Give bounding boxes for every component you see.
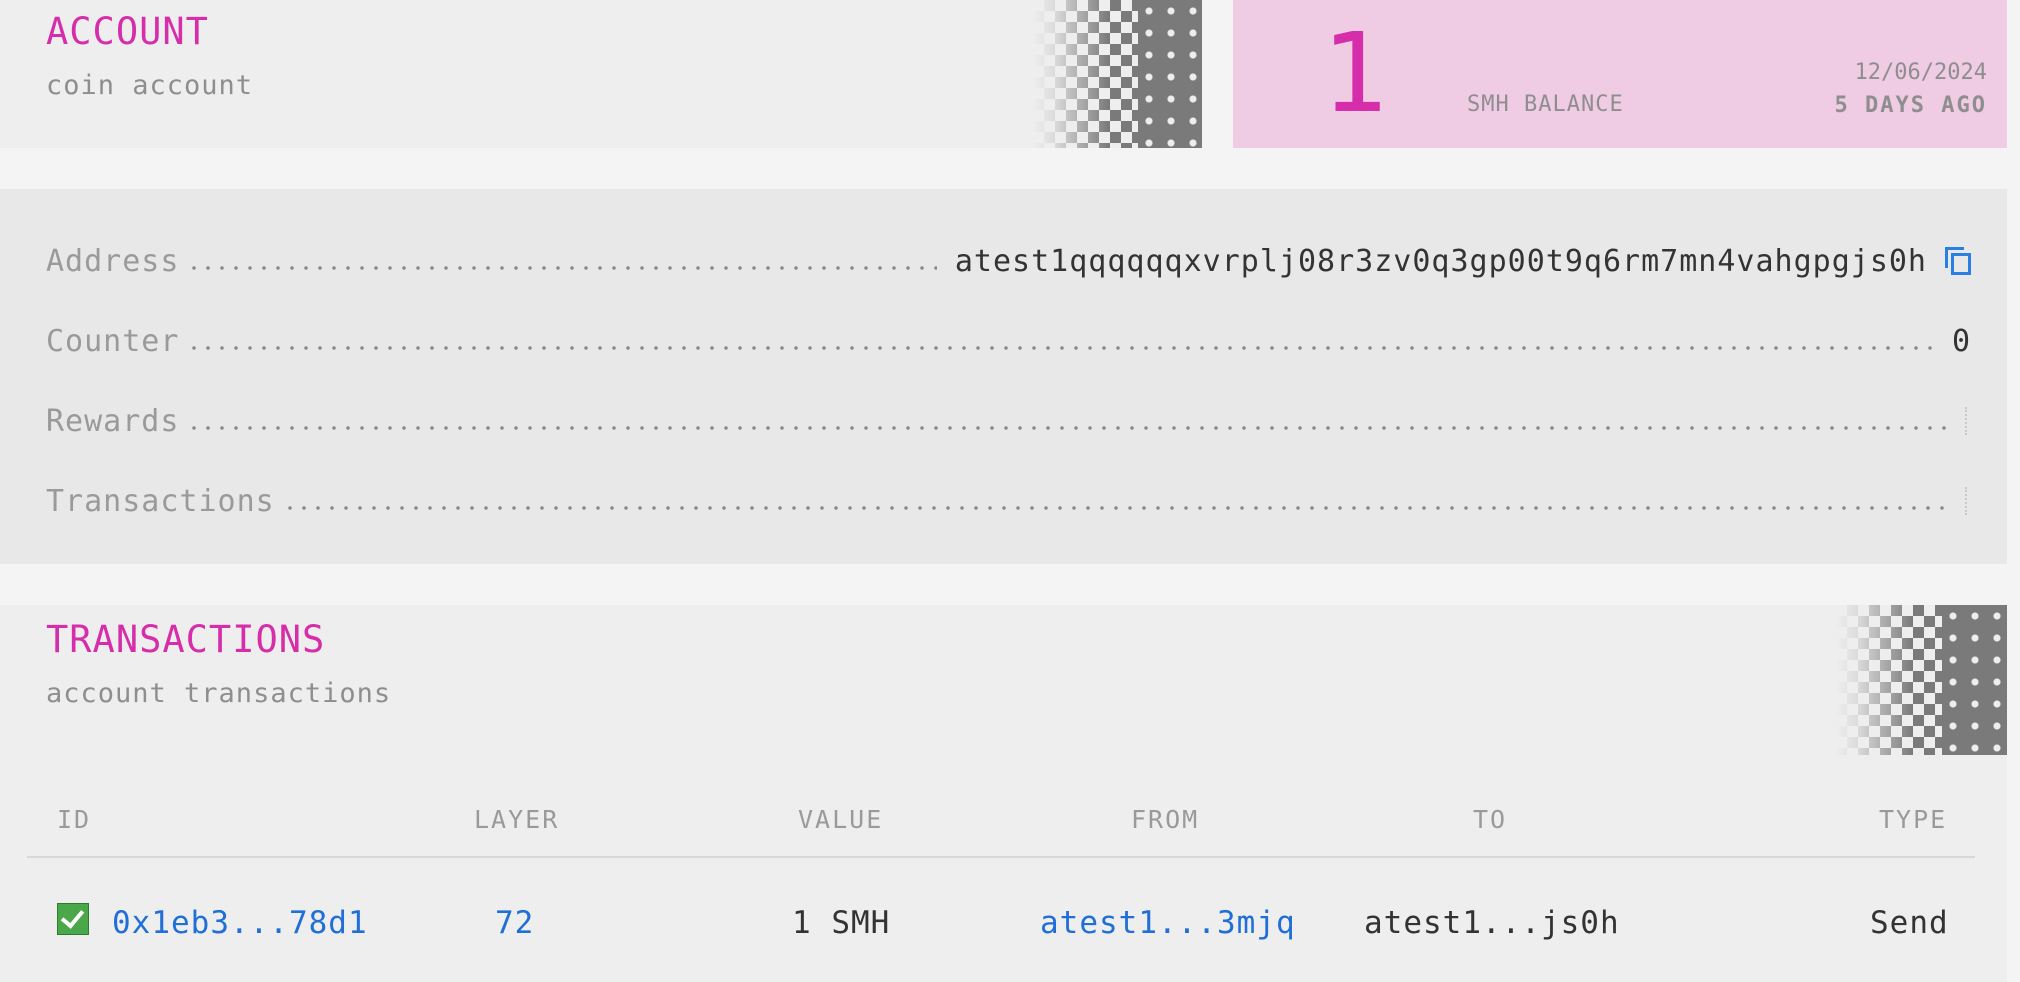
tx-value: 1 SMH [792,905,891,941]
transactions-subtitle: account transactions [46,678,392,709]
tx-layer-link[interactable]: 72 [495,905,534,941]
balance-date: 12/06/2024 [1854,60,1987,85]
detail-label: Rewards [46,404,180,439]
address-value[interactable]: atest1qqqqqqxvrplj08r3zv0q3gp00t9q6rm7mn… [955,244,1927,279]
column-header-layer: LAYER [474,805,560,834]
column-header-type: TYPE [1879,805,1948,834]
detail-row-address: Address atest1qqqqqqxvrplj08r3zv0q3gp00t… [46,235,1971,279]
balance-relative-time: 5 DAYS AGO [1834,93,1987,118]
tx-type: Send [1870,905,1949,941]
pixel-pattern-decoration [1836,605,2007,755]
dotted-leader [282,506,1947,510]
pixel-pattern-decoration [1033,0,1202,148]
dotted-leader [187,266,937,270]
transactions-title: TRANSACTIONS [46,618,326,661]
balance-amount: 1 [1321,9,1388,137]
account-details: Address atest1qqqqqqxvrplj08r3zv0q3gp00t… [0,189,2007,564]
detail-label: Address [46,244,180,279]
account-title: ACCOUNT [46,10,209,53]
loading-placeholder [1965,487,1971,515]
detail-label: Transactions [46,484,275,519]
tx-id-link[interactable]: 0x1eb3...78d1 [112,905,368,941]
balance-card: 1 SMH BALANCE 12/06/2024 5 DAYS AGO [1233,0,2007,148]
tx-from-link[interactable]: atest1...3mjq [1040,905,1296,941]
check-icon [57,903,89,935]
account-subtitle: coin account [46,70,254,101]
balance-label: SMH BALANCE [1467,92,1624,117]
column-header-to: TO [1473,805,1508,834]
loading-placeholder [1965,407,1971,435]
column-header-id: ID [57,805,92,834]
detail-row-counter: Counter 0 [46,315,1971,359]
tx-to: atest1...js0h [1364,905,1620,941]
table-divider [27,856,1975,858]
counter-value: 0 [1951,324,1971,359]
detail-row-rewards: Rewards [46,395,1971,439]
column-header-from: FROM [1131,805,1200,834]
column-header-value: VALUE [798,805,884,834]
copy-icon[interactable] [1945,247,1971,275]
dotted-leader [187,426,1947,430]
detail-row-transactions: Transactions [46,475,1971,519]
detail-label: Counter [46,324,180,359]
dotted-leader [187,346,1934,350]
